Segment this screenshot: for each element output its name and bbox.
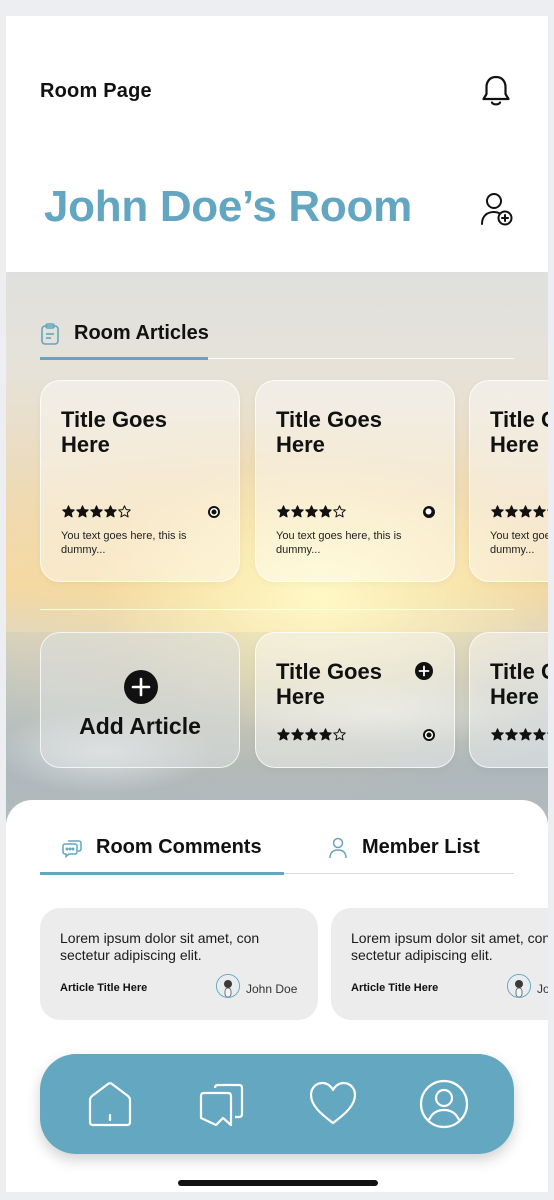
tab-active-indicator [40,357,208,360]
star-filled-icon [519,728,532,741]
plus-circle-icon[interactable] [414,661,434,681]
star-filled-icon [291,728,304,741]
rating-stars [491,728,548,741]
bottom-nav [40,1054,514,1154]
comment-text: Lorem ipsum dolor sit amet, con sectetur… [351,930,548,964]
star-empty-icon [547,732,548,734]
home-indicator [178,1180,378,1186]
rating-stars [277,505,346,518]
star-filled-icon [491,505,504,518]
article-snippet: You text goes here, this is dummy... [276,530,402,556]
avatar [216,974,240,998]
star-filled-icon [62,505,75,518]
article-title: Title Goes Here [276,407,382,457]
article-card[interactable]: Title Goes Here [469,632,548,768]
user-icon [329,837,347,858]
badge-icon [208,506,220,518]
avatar [507,974,531,998]
profile-icon[interactable] [418,1078,470,1130]
comment-card[interactable]: Lorem ipsum dolor sit amet, con sectetur… [40,908,318,1020]
star-empty-icon [333,728,346,741]
rating-stars [491,505,548,518]
comment-user: John Doe [246,982,298,996]
home-icon[interactable] [84,1078,136,1130]
add-article-label: Add Article [79,713,201,739]
star-empty-icon [333,505,346,518]
article-title: Title Goes Here [276,659,382,709]
star-filled-icon [533,728,546,741]
articles-icon[interactable] [195,1078,247,1130]
rating-stars [62,505,131,518]
star-filled-icon [90,505,103,518]
sheet-tab-active-indicator [40,872,284,875]
star-filled-icon [277,728,290,741]
star-filled-icon [76,505,89,518]
star-filled-icon [533,505,546,518]
star-filled-icon [505,728,518,741]
comment-user: John Doe [537,982,548,996]
comment-text-line: Lorem ipsum dolor sit amet, con [60,930,260,946]
star-filled-icon [505,505,518,518]
tab-room-comments[interactable]: Room Comments [62,836,262,859]
article-title: Title Goes Here [490,659,548,709]
clipboard-icon [41,322,59,345]
star-empty-icon [118,505,131,518]
star-filled-icon [305,505,318,518]
user-plus-icon[interactable] [480,191,514,227]
room-title: John Doe’s Room [44,182,412,231]
article-card[interactable]: Title Goes Here You text goes here, this… [255,380,455,582]
article-card[interactable]: Title Goes Here You text goes here, this… [40,380,240,582]
bell-icon[interactable] [480,74,512,108]
star-empty-icon [547,509,548,511]
star-filled-icon [491,728,504,741]
heart-icon[interactable] [307,1078,359,1130]
header: Room Page John Doe’s Room [6,16,548,272]
tab-member-list[interactable]: Member List [328,836,480,859]
tab-room-comments-label: Room Comments [96,836,262,858]
badge-icon [423,506,435,518]
star-filled-icon [305,728,318,741]
article-title: Title Goes Here [61,407,167,457]
comment-card[interactable]: Lorem ipsum dolor sit amet, con sectetur… [331,908,548,1020]
tab-room-articles-label: Room Articles [74,322,209,344]
page-label: Room Page [40,80,152,102]
comment-article-title: Article Title Here [60,982,148,994]
tab-room-articles[interactable]: Room Articles [40,322,209,345]
articles-section: Room Articles Title Goes Here You text g… [6,272,548,832]
badge-icon [423,729,435,741]
star-filled-icon [104,505,117,518]
article-snippet: You text goes here, this is dummy... [490,530,548,556]
comment-text: Lorem ipsum dolor sit amet, con sectetur… [60,930,300,964]
add-article-button[interactable]: Add Article [40,632,240,768]
comment-text-line: sectetur adipiscing elit. [351,947,493,963]
article-card[interactable]: Title Goes Here You text goes here, this… [469,380,548,582]
rating-stars [277,728,346,741]
tab-member-list-label: Member List [362,836,480,858]
article-snippet: You text goes here, this is dummy... [61,530,187,556]
comment-text-line: sectetur adipiscing elit. [60,947,202,963]
comment-article-title: Article Title Here [351,982,439,994]
phone-screen: Room Page John Doe’s Room Room Articles [6,16,548,1192]
comment-text-line: Lorem ipsum dolor sit amet, con [351,930,548,946]
article-title: Title Goes Here [490,407,548,457]
comments-icon [62,839,82,858]
article-card[interactable]: Title Goes Here [255,632,455,768]
star-filled-icon [519,505,532,518]
star-filled-icon [319,728,332,741]
star-filled-icon [319,505,332,518]
plus-circle-icon [124,670,158,704]
star-filled-icon [291,505,304,518]
rows-divider [40,609,514,610]
star-filled-icon [277,505,290,518]
